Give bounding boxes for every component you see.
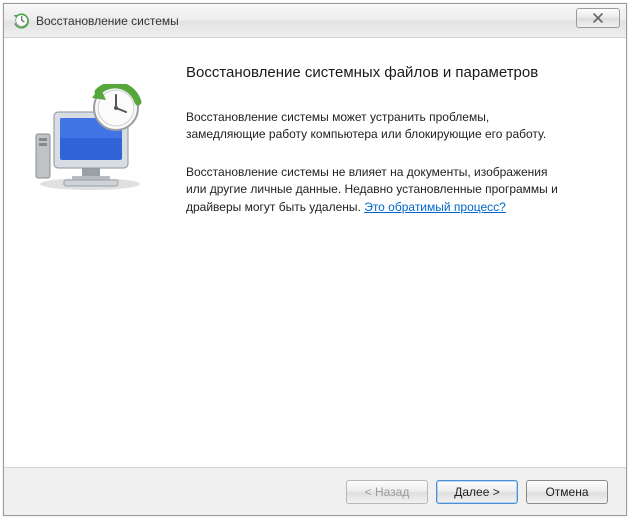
back-button: < Назад	[346, 480, 428, 504]
reversible-process-link[interactable]: Это обратимый процесс?	[364, 200, 506, 214]
paragraph-2: Восстановление системы не влияет на доку…	[186, 164, 566, 216]
close-icon	[592, 13, 604, 23]
system-restore-icon	[12, 12, 30, 30]
wizard-window: Восстановление системы	[3, 3, 627, 516]
content-area: Восстановление системных файлов и параме…	[4, 38, 626, 467]
text-pane: Восстановление системных файлов и параме…	[178, 60, 602, 457]
system-restore-illustration	[28, 84, 158, 194]
illustration-pane	[28, 60, 178, 457]
cancel-button[interactable]: Отмена	[526, 480, 608, 504]
paragraph-1: Восстановление системы может устранить п…	[186, 109, 566, 144]
window-title: Восстановление системы	[36, 14, 179, 28]
next-button[interactable]: Далее >	[436, 480, 518, 504]
button-bar: < Назад Далее > Отмена	[4, 467, 626, 515]
titlebar: Восстановление системы	[4, 4, 626, 38]
close-button[interactable]	[576, 8, 620, 28]
page-heading: Восстановление системных файлов и параме…	[186, 64, 602, 81]
